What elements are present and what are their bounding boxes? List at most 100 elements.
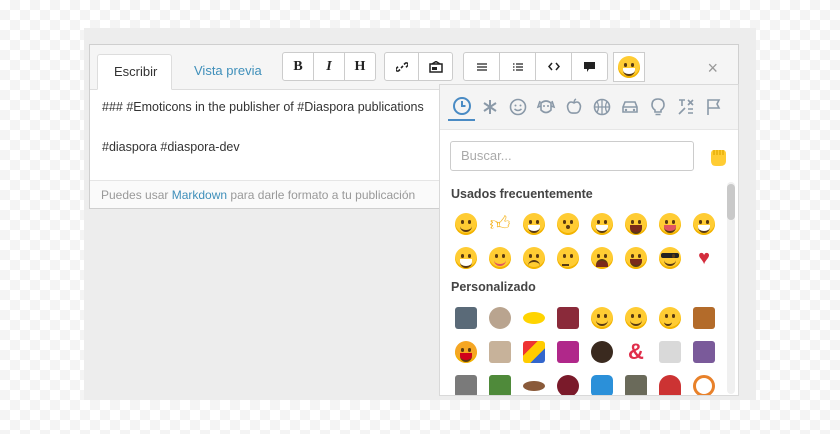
weary-emoji[interactable]: [585, 241, 619, 275]
ordered-list-button[interactable]: [463, 52, 500, 81]
skin-tone-selector[interactable]: [706, 145, 730, 169]
red-heart-emoji[interactable]: ♥: [687, 241, 721, 275]
category-custom[interactable]: [476, 94, 503, 120]
category-travel[interactable]: [616, 94, 643, 120]
markdown-link[interactable]: Markdown: [172, 188, 227, 202]
custom-emoji[interactable]: [653, 369, 687, 395]
custom-emoji[interactable]: [551, 301, 585, 335]
list-icon: [476, 62, 487, 71]
ampersand-emoji[interactable]: &: [619, 335, 653, 369]
section-frequent-title: Usados frecuentemente: [451, 187, 593, 201]
tab-preview[interactable]: Vista previa: [178, 54, 278, 90]
insert-group: [384, 52, 453, 81]
hint-prefix: Puedes usar: [101, 188, 172, 202]
custom-emoji[interactable]: [619, 369, 653, 395]
bullet-list-icon: [512, 62, 523, 71]
link-button[interactable]: [384, 52, 419, 81]
emoji-picker-button[interactable]: [613, 52, 645, 82]
close-icon[interactable]: ×: [707, 58, 718, 79]
heading-button[interactable]: H: [344, 52, 376, 81]
image-button[interactable]: [418, 52, 453, 81]
raised-fist-icon: [711, 150, 726, 166]
flag-icon: [706, 99, 720, 115]
category-recent[interactable]: [448, 93, 475, 121]
custom-emoji[interactable]: [687, 369, 721, 395]
quote-button[interactable]: [571, 52, 608, 81]
image-icon: [428, 60, 443, 73]
kissing-heart-emoji[interactable]: [551, 207, 585, 241]
editor-text[interactable]: ### #Emoticons in the publisher of #Dias…: [102, 97, 424, 157]
smiley-icon: [509, 98, 526, 116]
thinking-emoji[interactable]: [551, 241, 585, 275]
hint-suffix: para darle formato a tu publicación: [227, 188, 416, 202]
custom-emoji[interactable]: [449, 335, 483, 369]
category-symbols[interactable]: [672, 94, 699, 120]
editor-line-1: ### #Emoticons in the publisher of #Dias…: [102, 100, 424, 114]
code-button[interactable]: [535, 52, 572, 81]
smiley-emoji[interactable]: [517, 207, 551, 241]
yum-emoji[interactable]: [483, 241, 517, 275]
car-icon: [621, 101, 638, 113]
ampersand-icon: &: [628, 339, 644, 364]
custom-emoji[interactable]: [517, 369, 551, 395]
bullet-list-button[interactable]: [499, 52, 536, 81]
block-group: [463, 52, 608, 81]
dog-icon: [536, 100, 555, 114]
batman-emoji[interactable]: [517, 301, 551, 335]
custom-emoji[interactable]: [449, 369, 483, 395]
laughing-emoji[interactable]: [619, 207, 653, 241]
custom-emoji[interactable]: [517, 335, 551, 369]
winking-tongue-emoji[interactable]: [653, 207, 687, 241]
category-activity[interactable]: [588, 94, 615, 120]
mastodon-emoji[interactable]: [585, 369, 619, 395]
link-icon: [395, 61, 408, 72]
lightbulb-icon: [650, 98, 665, 116]
custom-emoji[interactable]: [653, 335, 687, 369]
custom-emoji-grid: &: [449, 301, 721, 395]
heading-icon: H: [354, 58, 366, 74]
sob-emoji[interactable]: [619, 241, 653, 275]
format-group: B I H: [282, 52, 376, 81]
category-objects[interactable]: [644, 94, 671, 120]
category-bar: [440, 85, 738, 130]
joy-emoji[interactable]: [449, 241, 483, 275]
category-people[interactable]: [504, 94, 531, 120]
custom-emoji[interactable]: [687, 301, 721, 335]
scrollbar-thumb[interactable]: [727, 184, 735, 220]
heart-eyes-emoji[interactable]: [585, 207, 619, 241]
symbols-icon: [677, 99, 694, 115]
editor-line-2: #diaspora #diaspora-dev: [102, 140, 240, 154]
category-food[interactable]: [560, 94, 587, 120]
custom-emoji[interactable]: [483, 301, 517, 335]
custom-emoji[interactable]: [585, 335, 619, 369]
disappointed-emoji[interactable]: [517, 241, 551, 275]
thumbs-up-emoji[interactable]: 👍︎: [483, 207, 517, 241]
picker-scrollbar[interactable]: [727, 182, 735, 394]
sweat-smile-emoji[interactable]: [687, 207, 721, 241]
italic-button[interactable]: I: [313, 52, 345, 81]
heart-icon: ♥: [698, 246, 710, 269]
custom-emoji[interactable]: [449, 301, 483, 335]
category-flags[interactable]: [700, 94, 727, 120]
category-nature[interactable]: [532, 94, 559, 120]
custom-emoji[interactable]: [619, 301, 653, 335]
frequent-emoji-grid: 👍︎ ♥: [449, 207, 721, 275]
emoji-search-input[interactable]: Buscar...: [450, 141, 694, 171]
laughing-crying-icon: [618, 56, 640, 78]
custom-emoji[interactable]: [687, 335, 721, 369]
grinning-emoji[interactable]: [449, 207, 483, 241]
basketball-icon: [593, 98, 610, 116]
thumbs-up-icon: 👍︎: [489, 213, 511, 235]
section-custom-title: Personalizado: [451, 280, 536, 294]
tab-write[interactable]: Escribir: [97, 54, 172, 90]
custom-emoji[interactable]: [483, 369, 517, 395]
sunglasses-emoji[interactable]: [653, 241, 687, 275]
custom-emoji[interactable]: [585, 301, 619, 335]
emoji-picker: Buscar... Usados frecuentemente 👍︎ ♥ Per…: [439, 84, 739, 396]
custom-emoji[interactable]: [551, 369, 585, 395]
bold-button[interactable]: B: [282, 52, 314, 81]
custom-emoji[interactable]: [653, 301, 687, 335]
apple-icon: [566, 98, 581, 114]
custom-emoji[interactable]: [483, 335, 517, 369]
floppy-emoji[interactable]: [551, 335, 585, 369]
